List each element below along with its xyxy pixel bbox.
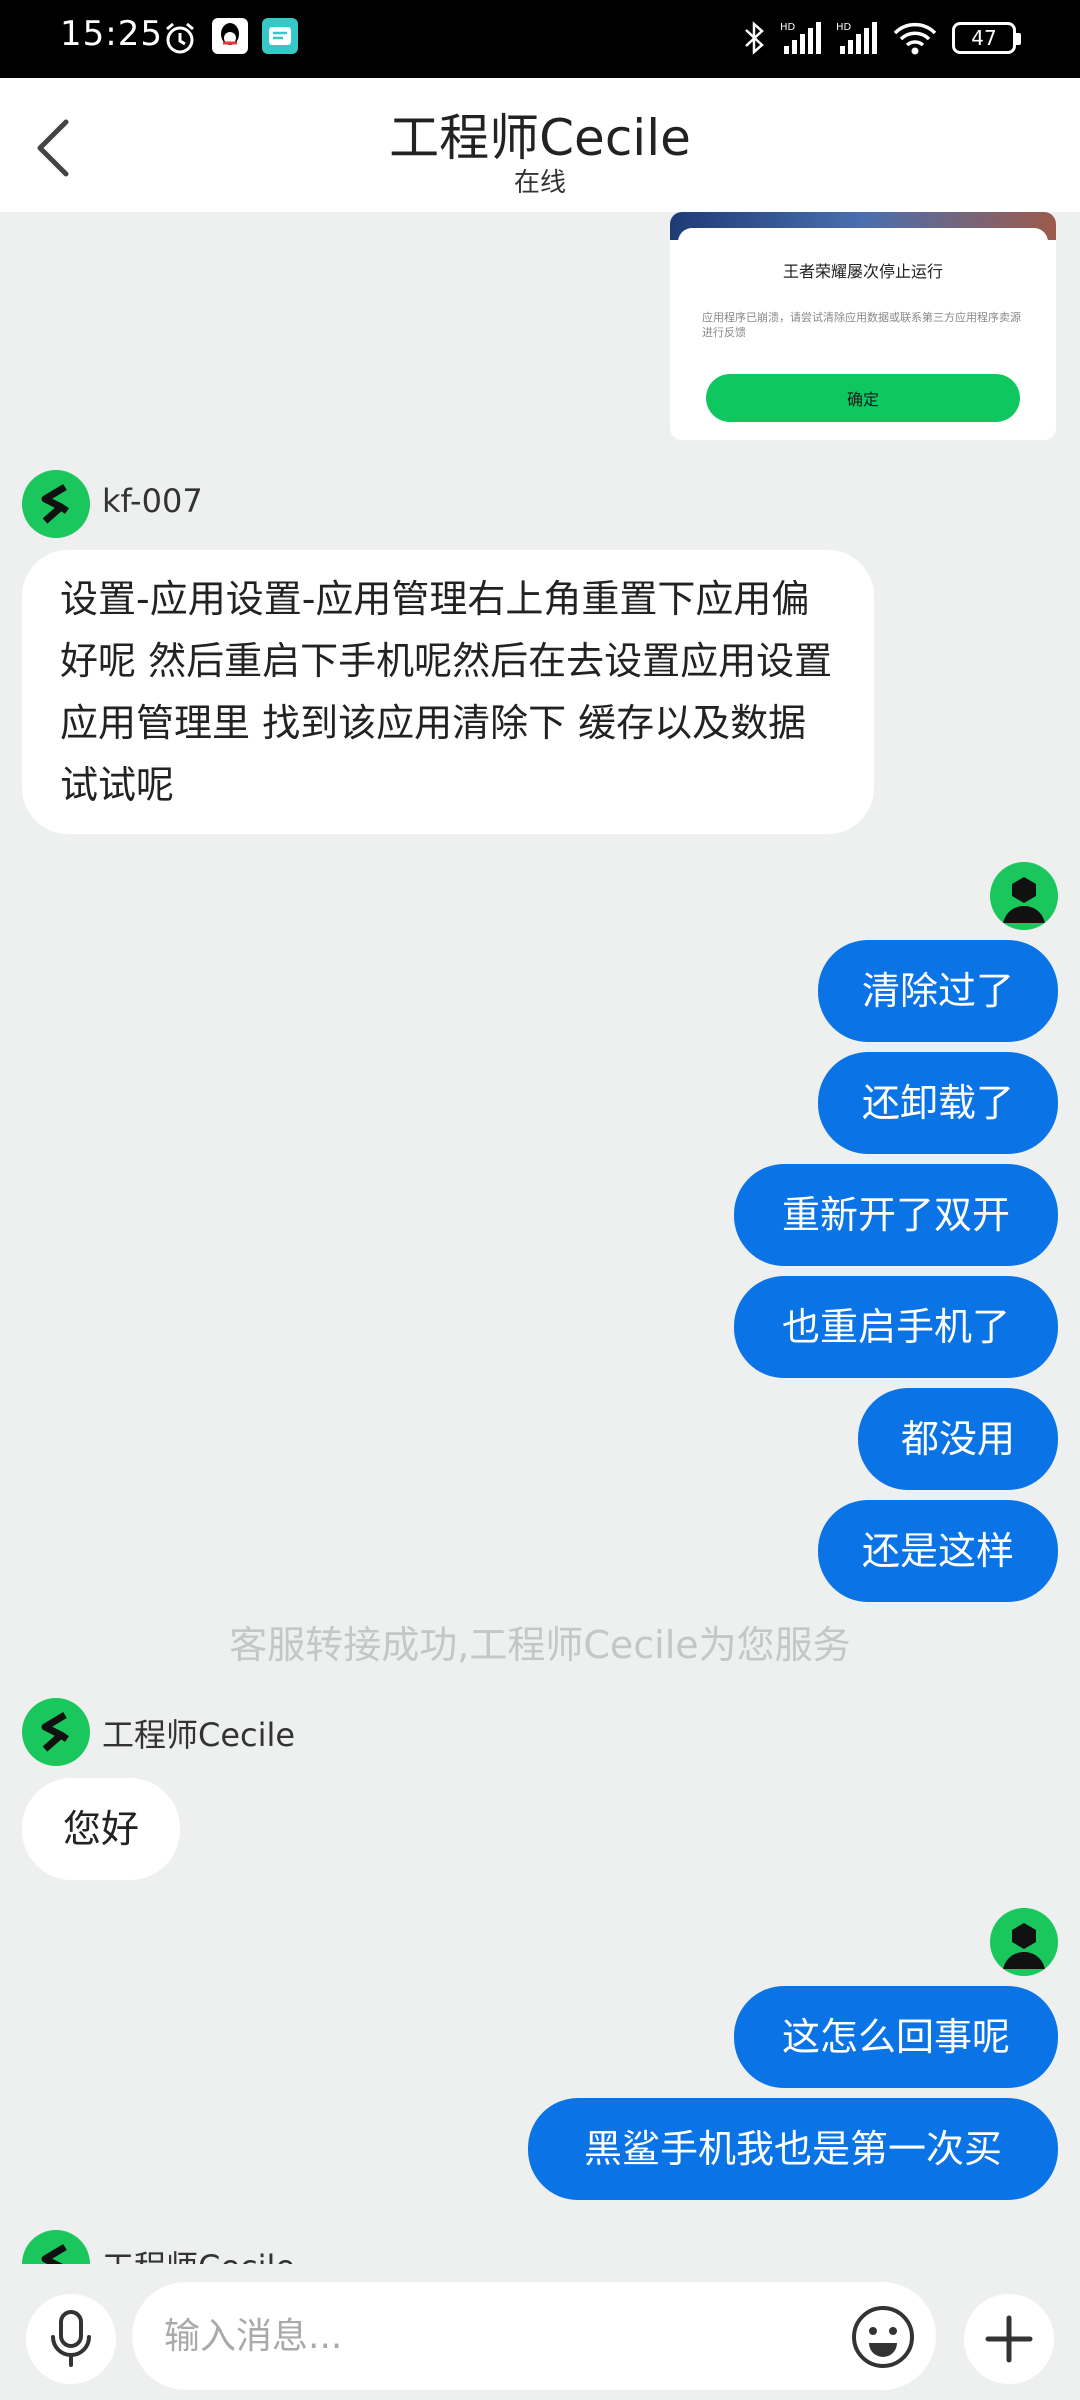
sender-name: 工程师Cecile xyxy=(102,2242,295,2264)
outgoing-message[interactable]: 清除过了 xyxy=(818,940,1058,1042)
blackshark-logo-icon xyxy=(41,2243,67,2264)
chat-messages[interactable]: 王者荣耀屡次停止运行 应用程序已崩溃，请尝试清除应用数据或联系第三方应用程序卖源… xyxy=(0,212,1080,2264)
dialog-title: 王者荣耀屡次停止运行 xyxy=(782,262,943,281)
svg-text:HD: HD xyxy=(836,22,852,33)
image-message[interactable]: 王者荣耀屡次停止运行 应用程序已崩溃，请尝试清除应用数据或联系第三方应用程序卖源… xyxy=(670,212,1056,440)
outgoing-message[interactable]: 都没用 xyxy=(858,1388,1058,1490)
outgoing-message[interactable]: 这怎么回事呢 xyxy=(734,1986,1058,2088)
page-title: 工程师Cecile xyxy=(389,109,691,167)
user-avatar[interactable] xyxy=(990,1908,1058,1976)
alarm-icon xyxy=(162,18,198,58)
emoji-button[interactable] xyxy=(850,2304,916,2370)
incoming-message[interactable]: 您好 xyxy=(22,1778,180,1880)
plus-icon xyxy=(985,2315,1033,2363)
outgoing-message[interactable]: 黑鲨手机我也是第一次买 xyxy=(528,2098,1058,2200)
outgoing-message[interactable]: 也重启手机了 xyxy=(734,1276,1058,1378)
outgoing-message[interactable]: 还卸载了 xyxy=(818,1052,1058,1154)
agent-avatar[interactable] xyxy=(22,1698,90,1766)
battery-icon: 47 xyxy=(952,22,1021,54)
online-status: 在线 xyxy=(513,168,566,198)
add-attachment-button[interactable] xyxy=(964,2294,1054,2384)
sender-name: kf-007 xyxy=(102,482,203,520)
outgoing-message[interactable]: 重新开了双开 xyxy=(734,1164,1058,1266)
agent-avatar[interactable] xyxy=(22,2230,90,2264)
user-icon xyxy=(1003,877,1045,923)
dialog-body: 应用程序已崩溃，请尝试清除应用数据或联系第三方应用程序卖源进行反馈 xyxy=(702,311,1021,339)
microphone-icon xyxy=(51,2310,91,2367)
agent-avatar[interactable] xyxy=(22,470,90,538)
system-notice: 客服转接成功,工程师Cecile为您服务 xyxy=(229,1623,851,1667)
status-time: 15:25 xyxy=(60,14,163,54)
status-bar: 15:25 HD HD 47 xyxy=(0,0,1080,78)
message-app-icon xyxy=(262,18,298,54)
bluetooth-icon xyxy=(742,18,766,58)
blackshark-logo-icon xyxy=(41,1711,69,1752)
chat-header: 工程师Cecile 在线 xyxy=(0,78,1080,212)
message-input[interactable] xyxy=(132,2282,936,2390)
blackshark-logo-icon xyxy=(41,483,69,524)
user-avatar[interactable] xyxy=(990,862,1058,930)
hd-signal-icon: HD xyxy=(780,18,824,58)
user-icon xyxy=(1003,1923,1045,1969)
emoji-icon xyxy=(852,2306,914,2368)
input-bar xyxy=(0,2264,1080,2400)
crash-dialog-screenshot: 王者荣耀屡次停止运行 应用程序已崩溃，请尝试清除应用数据或联系第三方应用程序卖源… xyxy=(678,228,1048,428)
hd-signal-icon: HD xyxy=(836,18,880,58)
wifi-icon xyxy=(892,18,938,58)
qq-icon xyxy=(212,18,248,54)
sender-name: 工程师Cecile xyxy=(102,1716,296,1754)
incoming-message[interactable]: 设置-应用设置-应用管理右上角重置下应用偏好呢 然后重启下手机呢然后在去设置应用… xyxy=(22,550,874,834)
dialog-ok-button: 确定 xyxy=(706,374,1020,422)
svg-text:HD: HD xyxy=(780,22,796,33)
voice-button[interactable] xyxy=(26,2294,116,2384)
outgoing-message[interactable]: 还是这样 xyxy=(818,1500,1058,1602)
